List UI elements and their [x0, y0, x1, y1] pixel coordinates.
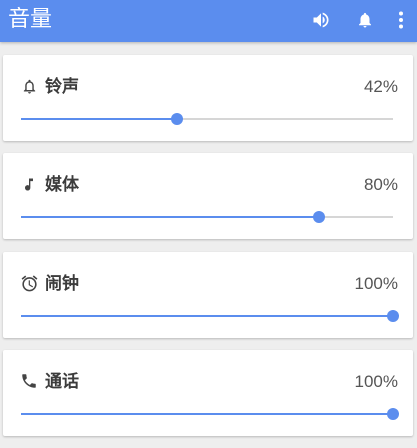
volume-card-ringtone: 铃声 42% — [3, 55, 413, 141]
volume-value: 100% — [354, 372, 398, 391]
alarm-clock-icon — [18, 272, 40, 294]
alarm-volume-slider[interactable] — [21, 307, 399, 325]
slider-thumb[interactable] — [387, 408, 399, 420]
volume-label: 闹钟 — [45, 274, 79, 294]
volume-card-call: 通话 100% — [3, 350, 413, 436]
bell-icon — [18, 75, 40, 97]
volume-label: 铃声 — [45, 77, 79, 97]
volume-value: 80% — [363, 175, 398, 194]
notification-button[interactable] — [353, 8, 377, 32]
bell-icon — [356, 10, 374, 30]
ringtone-volume-slider[interactable] — [21, 110, 393, 128]
slider-fill — [21, 315, 393, 317]
page-title: 音量 — [8, 7, 53, 32]
more-options-button[interactable] — [389, 8, 413, 32]
volume-label: 媒体 — [45, 175, 79, 195]
slider-fill — [21, 216, 319, 218]
speaker-icon — [311, 10, 331, 30]
app-bar: 音量 — [0, 0, 417, 42]
phone-icon — [18, 370, 40, 392]
call-volume-slider[interactable] — [21, 405, 399, 423]
speaker-button[interactable] — [309, 8, 333, 32]
volume-value: 42% — [363, 77, 398, 96]
slider-fill — [21, 413, 393, 415]
more-vert-icon — [398, 10, 404, 30]
volume-card-alarm: 闹钟 100% — [3, 252, 413, 338]
volume-card-media: 媒体 80% — [3, 153, 413, 239]
slider-thumb[interactable] — [312, 211, 325, 223]
slider-thumb[interactable] — [387, 310, 399, 322]
slider-thumb[interactable] — [171, 113, 184, 125]
music-note-icon — [18, 173, 40, 195]
volume-value: 100% — [354, 274, 398, 293]
slider-fill — [21, 118, 178, 120]
media-volume-slider[interactable] — [21, 208, 393, 226]
volume-label: 通话 — [45, 372, 79, 392]
